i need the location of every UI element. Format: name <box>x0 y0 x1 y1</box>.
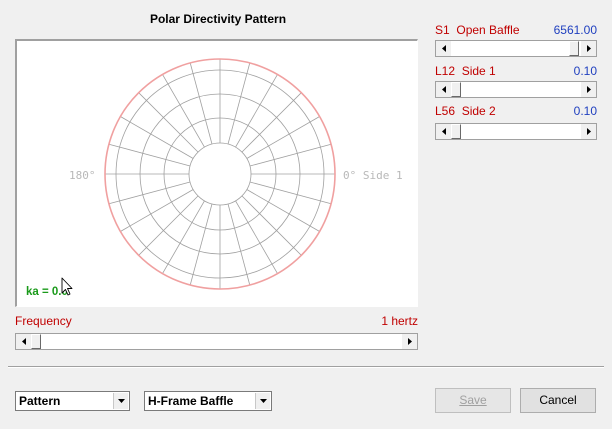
polar-plot: 180° 0° Side 1 ka = 0.0 <box>15 39 418 307</box>
cancel-label: Cancel <box>539 393 577 407</box>
grid-spoke <box>189 203 213 286</box>
grid-spoke <box>162 74 205 148</box>
view-combo[interactable]: Pattern <box>15 391 130 411</box>
scroll-thumb[interactable] <box>451 82 461 97</box>
polar-grid: 180° 0° Side 1ka = 0.0 <box>26 58 403 298</box>
scroll-right-arrow-icon[interactable] <box>402 334 417 349</box>
separator <box>8 366 604 368</box>
chevron-down-icon[interactable] <box>113 393 128 409</box>
l12-slider[interactable] <box>435 81 597 98</box>
grid-spoke <box>241 92 302 153</box>
l12-value: 0.10 <box>573 64 597 78</box>
grid-spoke <box>162 200 205 274</box>
save-button[interactable]: Save <box>435 388 511 413</box>
scroll-track[interactable] <box>31 334 402 349</box>
scroll-right-arrow-icon[interactable] <box>581 41 596 56</box>
type-combo[interactable]: H-Frame Baffle <box>144 391 272 411</box>
scroll-thumb[interactable] <box>451 124 461 139</box>
grid-spoke <box>108 143 191 167</box>
scroll-right-arrow-icon[interactable] <box>581 124 596 139</box>
type-combo-value: H-Frame Baffle <box>148 394 234 408</box>
grid-ring <box>188 142 252 206</box>
scroll-left-arrow-icon[interactable] <box>436 41 451 56</box>
scroll-right-arrow-icon[interactable] <box>581 82 596 97</box>
s1-slider[interactable] <box>435 40 597 57</box>
angle-label-0: 0° Side 1 <box>343 169 403 182</box>
grid-spoke <box>138 195 199 256</box>
view-combo-value: Pattern <box>19 394 61 408</box>
grid-spoke <box>227 203 251 286</box>
scroll-track[interactable] <box>451 41 581 56</box>
scroll-thumb[interactable] <box>569 41 579 56</box>
angle-label-180: 180° <box>69 169 96 182</box>
scroll-left-arrow-icon[interactable] <box>436 82 451 97</box>
grid-spoke <box>249 143 332 167</box>
l12-id: L12 <box>435 64 456 78</box>
save-label: Save <box>459 393 487 407</box>
grid-spoke <box>138 92 199 153</box>
grid-spoke <box>235 74 278 148</box>
l12-label: L12 Side 1 <box>435 64 496 78</box>
chevron-down-icon[interactable] <box>255 393 270 409</box>
grid-spoke <box>120 189 194 232</box>
l56-label: L56 Side 2 <box>435 104 496 118</box>
scroll-left-arrow-icon[interactable] <box>436 124 451 139</box>
frequency-slider[interactable] <box>15 333 418 350</box>
grid-spoke <box>249 181 332 205</box>
grid-spoke <box>227 62 251 145</box>
grid-spoke <box>241 195 302 256</box>
scroll-thumb[interactable] <box>31 334 41 349</box>
s1-id: S1 <box>435 23 450 37</box>
grid-spoke <box>189 62 213 145</box>
s1-name: Open Baffle <box>456 23 520 37</box>
cancel-button[interactable]: Cancel <box>520 388 596 413</box>
scroll-left-arrow-icon[interactable] <box>16 334 31 349</box>
scroll-track[interactable] <box>451 82 581 97</box>
s1-value: 6561.00 <box>553 23 597 37</box>
grid-spoke <box>235 200 278 274</box>
l56-value: 0.10 <box>573 104 597 118</box>
l56-name: Side 2 <box>461 104 496 118</box>
scroll-track[interactable] <box>451 124 581 139</box>
frequency-value: 1 hertz <box>381 314 418 328</box>
grid-spoke <box>120 116 194 159</box>
s1-label: S1 Open Baffle <box>435 23 520 37</box>
plot-title: Polar Directivity Pattern <box>149 12 287 26</box>
l12-name: Side 1 <box>461 64 496 78</box>
l56-slider[interactable] <box>435 123 597 140</box>
grid-spoke <box>108 181 191 205</box>
grid-spoke <box>246 189 320 232</box>
frequency-label: Frequency <box>15 314 72 328</box>
l56-id: L56 <box>435 104 456 118</box>
grid-spoke <box>246 116 320 159</box>
